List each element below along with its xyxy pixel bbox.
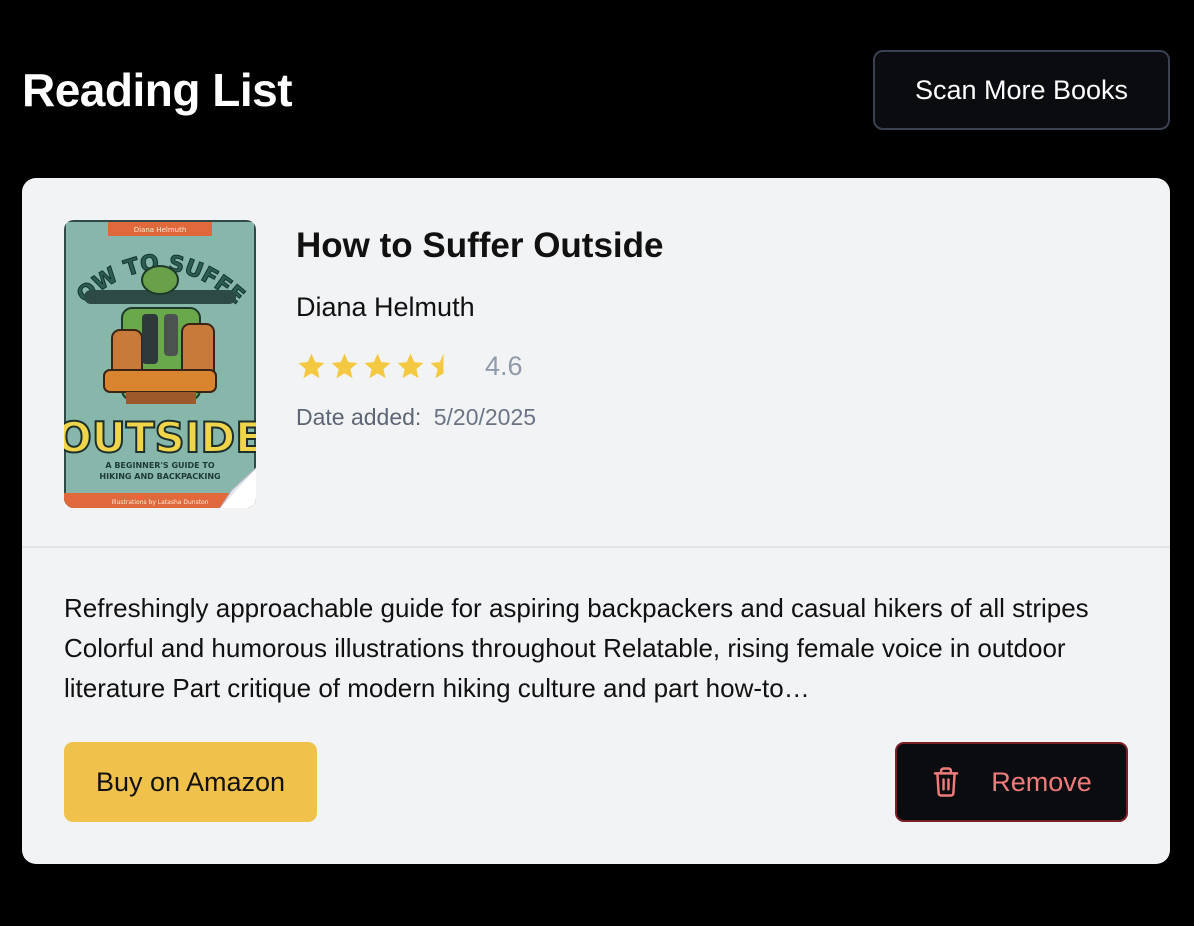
book-title: How to Suffer Outside bbox=[296, 226, 664, 265]
cover-author-text: Diana Helmuth bbox=[134, 226, 187, 234]
rating-value: 4.6 bbox=[485, 351, 523, 381]
header: Reading List Scan More Books bbox=[22, 50, 1170, 130]
remove-button[interactable]: Remove bbox=[895, 742, 1128, 822]
star-full-icon bbox=[298, 353, 325, 379]
star-half-icon bbox=[430, 353, 444, 379]
cover-subtitle-line2: HIKING AND BACKPACKING bbox=[99, 472, 220, 481]
book-author: Diana Helmuth bbox=[296, 292, 475, 322]
scan-more-books-button[interactable]: Scan More Books bbox=[873, 50, 1170, 130]
star-full-icon bbox=[397, 353, 424, 379]
book-cover-image: Diana Helmuth HOW TO SUFFER OUTSIDE bbox=[64, 220, 256, 508]
cover-illustrator-text: Illustrations by Latasha Dunston bbox=[111, 499, 208, 506]
star-rating bbox=[296, 351, 459, 382]
star-full-icon bbox=[331, 353, 358, 379]
date-added-label: Date added: bbox=[296, 404, 422, 430]
book-card: Diana Helmuth HOW TO SUFFER OUTSIDE bbox=[22, 178, 1170, 864]
book-description: Refreshingly approachable guide for aspi… bbox=[64, 593, 1089, 703]
buy-on-amazon-button[interactable]: Buy on Amazon bbox=[64, 742, 317, 822]
book-card-header: Diana Helmuth HOW TO SUFFER OUTSIDE bbox=[22, 178, 1170, 548]
trash-icon bbox=[931, 766, 961, 798]
cover-title-line2: OUTSIDE bbox=[64, 413, 256, 462]
rating-row: 4.6 bbox=[296, 351, 664, 382]
cover-subtitle-line1: A BEGINNER'S GUIDE TO bbox=[105, 461, 214, 470]
reading-list-page: Reading List Scan More Books Diana Helmu… bbox=[0, 0, 1194, 926]
star-full-icon bbox=[364, 353, 391, 379]
date-added: Date added: 5/20/2025 bbox=[296, 404, 664, 431]
date-added-value: 5/20/2025 bbox=[433, 404, 537, 430]
book-info: How to Suffer Outside Diana Helmuth 4.6 … bbox=[296, 226, 664, 431]
remove-button-label: Remove bbox=[991, 766, 1092, 797]
page-title: Reading List bbox=[22, 64, 293, 116]
